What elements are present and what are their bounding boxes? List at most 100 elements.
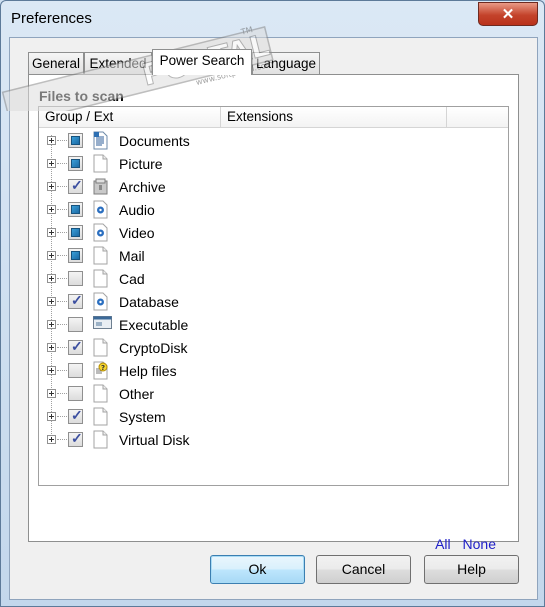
ok-button[interactable]: Ok [210, 555, 305, 584]
help-file-icon: ? [93, 361, 108, 380]
group-label: System [119, 409, 166, 425]
tab-label: General [31, 56, 81, 71]
tree-branch-line [57, 439, 67, 440]
group-checkbox[interactable] [68, 202, 83, 217]
expand-icon[interactable] [47, 366, 56, 375]
expand-icon[interactable] [47, 136, 56, 145]
group-label: Picture [119, 156, 163, 172]
group-checkbox[interactable] [68, 407, 83, 424]
section-title: Files to scan [39, 88, 124, 104]
media-file-icon [93, 292, 108, 311]
blank-file-icon [93, 407, 108, 426]
expand-icon[interactable] [47, 343, 56, 352]
executable-icon [93, 315, 112, 334]
group-label: Executable [119, 317, 189, 333]
blank-file-icon [93, 154, 108, 173]
tree-row[interactable]: Picture [39, 153, 508, 176]
group-checkbox[interactable] [68, 363, 83, 378]
tab-extended[interactable]: Extended [84, 52, 152, 74]
tab-power-search[interactable]: Power Search [152, 49, 252, 75]
tree-row[interactable]: Virtual Disk [39, 429, 508, 452]
expand-icon[interactable] [47, 320, 56, 329]
group-checkbox[interactable] [68, 177, 83, 194]
tree-row[interactable]: Other [39, 383, 508, 406]
media-file-icon [93, 200, 108, 219]
group-label: CryptoDisk [119, 340, 188, 356]
tree-row[interactable]: CryptoDisk [39, 337, 508, 360]
blank-file-icon [93, 338, 108, 357]
tree-branch-line [57, 163, 67, 164]
tab-label: Extended [89, 56, 147, 71]
group-label: Mail [119, 248, 145, 264]
tree-row[interactable]: Database [39, 291, 508, 314]
tree-row[interactable]: Mail [39, 245, 508, 268]
blank-file-icon [93, 430, 108, 449]
group-checkbox[interactable] [68, 430, 83, 447]
tab-label: Language [255, 56, 317, 71]
group-checkbox[interactable] [68, 133, 83, 148]
close-icon: ✕ [501, 6, 515, 23]
group-label: Database [119, 294, 179, 310]
tree-branch-line [57, 140, 67, 141]
group-label: Virtual Disk [119, 432, 190, 448]
archive-icon [93, 177, 108, 196]
document-icon [93, 131, 108, 150]
title-bar[interactable]: Preferences ✕ [1, 1, 544, 37]
group-checkbox[interactable] [68, 271, 83, 286]
tree-branch-line [57, 209, 67, 210]
tree-branch-line [57, 255, 67, 256]
select-all-link[interactable]: All [435, 536, 451, 552]
expand-icon[interactable] [47, 228, 56, 237]
tree-row[interactable]: Executable [39, 314, 508, 337]
expand-icon[interactable] [47, 297, 56, 306]
expand-icon[interactable] [47, 251, 56, 260]
file-group-tree[interactable]: Group / Ext Extensions Documents Picture A… [38, 106, 509, 486]
group-label: Documents [119, 133, 190, 149]
expand-icon[interactable] [47, 182, 56, 191]
group-label: Video [119, 225, 155, 241]
tree-row[interactable]: Cad [39, 268, 508, 291]
cancel-button[interactable]: Cancel [316, 555, 411, 584]
blank-file-icon [93, 246, 108, 265]
group-label: Other [119, 386, 155, 402]
group-label: Audio [119, 202, 155, 218]
help-button[interactable]: Help [424, 555, 519, 584]
expand-icon[interactable] [47, 274, 56, 283]
group-checkbox[interactable] [68, 338, 83, 355]
column-header-group[interactable]: Group / Ext [39, 107, 221, 127]
expand-icon[interactable] [47, 205, 56, 214]
tree-row[interactable]: Documents [39, 130, 508, 153]
tree-row[interactable]: ? Help files [39, 360, 508, 383]
tree-row[interactable]: System [39, 406, 508, 429]
tree-branch-line [57, 347, 67, 348]
group-checkbox[interactable] [68, 317, 83, 332]
group-checkbox[interactable] [68, 292, 83, 309]
group-checkbox[interactable] [68, 225, 83, 240]
tree-branch-line [57, 232, 67, 233]
select-none-link[interactable]: None [463, 536, 496, 552]
dialog-client-area: General Extended Power Search Language F… [9, 37, 538, 600]
tree-row[interactable]: Archive [39, 176, 508, 199]
group-label: Help files [119, 363, 177, 379]
close-button[interactable]: ✕ [478, 2, 538, 26]
tree-branch-line [57, 324, 67, 325]
group-label: Cad [119, 271, 145, 287]
group-checkbox[interactable] [68, 156, 83, 171]
tree-branch-line [57, 278, 67, 279]
expand-icon[interactable] [47, 389, 56, 398]
expand-icon[interactable] [47, 435, 56, 444]
tree-branch-line [57, 393, 67, 394]
tab-language[interactable]: Language [252, 52, 320, 74]
expand-icon[interactable] [47, 159, 56, 168]
group-checkbox[interactable] [68, 386, 83, 401]
expand-icon[interactable] [47, 412, 56, 421]
group-checkbox[interactable] [68, 248, 83, 263]
column-header-extensions[interactable]: Extensions [221, 107, 447, 127]
tree-branch-line [57, 416, 67, 417]
tree-row[interactable]: Audio [39, 199, 508, 222]
tree-row[interactable]: Video [39, 222, 508, 245]
blank-file-icon [93, 384, 108, 403]
tab-general[interactable]: General [28, 52, 84, 74]
tab-label: Power Search [159, 53, 245, 68]
tree-branch-line [57, 370, 67, 371]
